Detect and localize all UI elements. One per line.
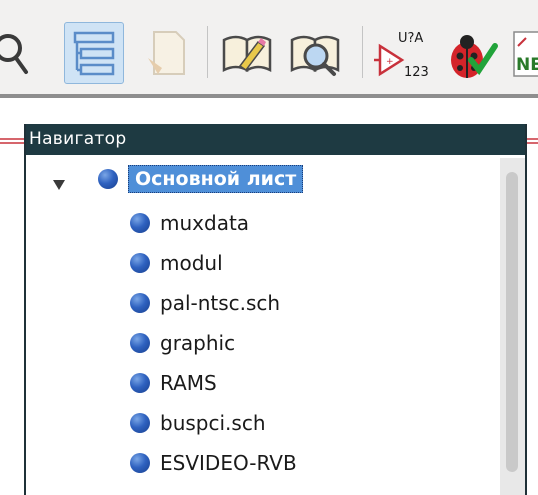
tree-root-label: Основной лист [128, 165, 304, 193]
netlist-icon: NE [513, 31, 538, 77]
leave-sheet-button[interactable] [140, 22, 196, 84]
sheet-border-mark [527, 138, 538, 144]
vertical-scrollbar[interactable] [500, 158, 525, 495]
navigator-panel: Навигатор Основной лист muxdata modul pa… [24, 124, 527, 495]
tree-item[interactable]: graphic [130, 326, 235, 360]
annotate-icon: + U?A 123 [374, 31, 429, 80]
tree-item-label: modul [160, 251, 223, 275]
book-pencil-icon [222, 35, 272, 73]
tree-item[interactable]: ESVIDEO-RVB [130, 446, 297, 480]
tree-item[interactable]: pal-ntsc.sch [130, 286, 280, 320]
erc-button[interactable] [443, 22, 501, 84]
book-magnifier-icon [290, 35, 340, 76]
scrollbar-thumb[interactable] [506, 172, 518, 472]
expand-arrow-icon[interactable] [53, 180, 65, 190]
tree-item[interactable]: muxdata [130, 206, 249, 240]
zoom-icon[interactable] [0, 22, 44, 84]
sheet-bullet-icon [130, 413, 150, 433]
tree-item-label: ESVIDEO-RVB [160, 451, 297, 475]
svg-text:NE: NE [516, 55, 538, 75]
library-browser-button[interactable] [286, 22, 346, 84]
sheet-bullet-icon [130, 333, 150, 353]
toolbar-separator [362, 26, 363, 78]
hierarchy-navigator-button[interactable] [64, 22, 124, 84]
sheet-bullet-icon [130, 373, 150, 393]
sheet-bullet-icon [130, 253, 150, 273]
tree-item-label: buspci.sch [160, 411, 266, 435]
tree-item-label: pal-ntsc.sch [160, 291, 281, 315]
tree-item[interactable]: modul [130, 246, 223, 280]
sheet-border-mark [0, 138, 26, 144]
tree-item[interactable]: RAMS [130, 366, 217, 400]
library-editor-button[interactable] [218, 22, 276, 84]
main-toolbar: + U?A 123 NE [0, 0, 538, 94]
tree-root-item[interactable]: Основной лист [98, 162, 304, 196]
ladybug-check-icon [451, 35, 498, 78]
hierarchy-icon [73, 31, 115, 76]
annotate-button[interactable]: + U?A 123 [374, 22, 436, 84]
sheet-bullet-icon [98, 169, 118, 189]
svg-text:U?A: U?A [398, 31, 423, 46]
tree-item[interactable]: buspci.sch [130, 406, 266, 440]
sheet-bullet-icon [130, 213, 150, 233]
tree-item-label: RAMS [160, 371, 217, 395]
navigator-title: Навигатор [26, 124, 525, 155]
page-icon [148, 31, 185, 75]
tree-item-label: graphic [160, 331, 236, 355]
sheet-bullet-icon [130, 293, 150, 313]
sheet-bullet-icon [130, 453, 150, 473]
netlist-button[interactable]: NE [512, 22, 538, 84]
svg-text:123: 123 [404, 65, 429, 80]
tree-item-label: muxdata [160, 211, 250, 235]
svg-text:+: + [386, 57, 394, 67]
toolbar-separator [207, 26, 208, 78]
